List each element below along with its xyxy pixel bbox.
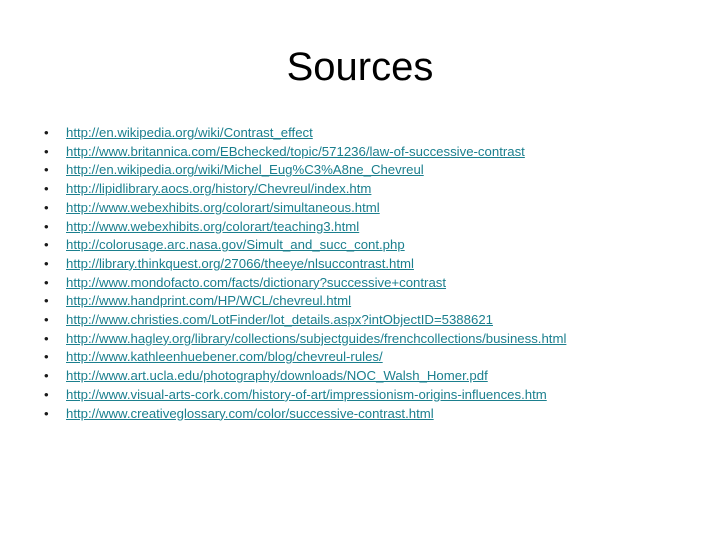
bullet-icon: • bbox=[44, 125, 49, 140]
bullet-icon: • bbox=[44, 405, 49, 421]
source-link[interactable]: http://www.webexhibits.org/colorart/simu… bbox=[66, 200, 380, 215]
slide: Sources • http://en.wikipedia.org/wiki/C… bbox=[0, 0, 720, 540]
bullet-icon: • bbox=[44, 143, 49, 159]
source-link[interactable]: http://en.wikipedia.org/wiki/Michel_Eug%… bbox=[66, 162, 424, 177]
source-link[interactable]: http://www.visual-arts-cork.com/history-… bbox=[66, 387, 547, 402]
list-item: • http://lipidlibrary.aocs.org/history/C… bbox=[36, 180, 686, 199]
source-link[interactable]: http://www.hagley.org/library/collection… bbox=[66, 331, 566, 346]
source-link[interactable]: http://www.webexhibits.org/colorart/teac… bbox=[66, 219, 359, 234]
source-link[interactable]: http://colorusage.arc.nasa.gov/Simult_an… bbox=[66, 237, 405, 252]
sources-list: • http://en.wikipedia.org/wiki/Contrast_… bbox=[36, 124, 686, 423]
list-item: • http://library.thinkquest.org/27066/th… bbox=[36, 255, 686, 274]
list-item: • http://en.wikipedia.org/wiki/Michel_Eu… bbox=[36, 161, 686, 180]
list-item: • http://www.kathleenhuebener.com/blog/c… bbox=[36, 348, 686, 367]
page-title: Sources bbox=[286, 45, 434, 89]
source-link[interactable]: http://lipidlibrary.aocs.org/history/Che… bbox=[66, 181, 371, 196]
list-item: • http://www.handprint.com/HP/WCL/chevre… bbox=[36, 292, 686, 311]
list-item: • http://colorusage.arc.nasa.gov/Simult_… bbox=[36, 236, 686, 255]
bullet-icon: • bbox=[44, 255, 49, 271]
bullet-icon: • bbox=[44, 274, 49, 290]
list-item: • http://www.art.ucla.edu/photography/do… bbox=[36, 367, 686, 386]
source-link[interactable]: http://library.thinkquest.org/27066/thee… bbox=[66, 256, 414, 271]
list-item: • http://www.creativeglossary.com/color/… bbox=[36, 405, 686, 424]
list-item: • http://www.visual-arts-cork.com/histor… bbox=[36, 386, 686, 405]
bullet-icon: • bbox=[44, 349, 49, 365]
source-link[interactable]: http://en.wikipedia.org/wiki/Contrast_ef… bbox=[66, 125, 313, 140]
source-link[interactable]: http://www.britannica.com/EBchecked/topi… bbox=[66, 144, 525, 159]
bullet-icon: • bbox=[44, 181, 49, 197]
bullet-icon: • bbox=[44, 330, 49, 346]
list-item: • http://www.christies.com/LotFinder/lot… bbox=[36, 311, 686, 330]
list-item: • http://www.hagley.org/library/collecti… bbox=[36, 330, 686, 349]
source-link[interactable]: http://www.creativeglossary.com/color/su… bbox=[66, 406, 434, 421]
source-link[interactable]: http://www.art.ucla.edu/photography/down… bbox=[66, 368, 488, 383]
source-link[interactable]: http://www.mondofacto.com/facts/dictiona… bbox=[66, 275, 446, 290]
bullet-icon: • bbox=[44, 368, 49, 384]
bullet-icon: • bbox=[44, 199, 49, 215]
bullet-icon: • bbox=[44, 386, 49, 402]
list-item: • http://en.wikipedia.org/wiki/Contrast_… bbox=[36, 124, 686, 143]
list-item: • http://www.mondofacto.com/facts/dictio… bbox=[36, 274, 686, 293]
bullet-icon: • bbox=[44, 162, 49, 178]
list-item: • http://www.webexhibits.org/colorart/te… bbox=[36, 218, 686, 237]
source-link[interactable]: http://www.handprint.com/HP/WCL/chevreul… bbox=[66, 293, 351, 308]
list-item: • http://www.webexhibits.org/colorart/si… bbox=[36, 199, 686, 218]
bullet-icon: • bbox=[44, 218, 49, 234]
source-link[interactable]: http://www.kathleenhuebener.com/blog/che… bbox=[66, 349, 383, 364]
source-link[interactable]: http://www.christies.com/LotFinder/lot_d… bbox=[66, 312, 493, 327]
bullet-icon: • bbox=[44, 312, 49, 328]
list-item: • http://www.britannica.com/EBchecked/to… bbox=[36, 143, 686, 162]
bullet-icon: • bbox=[44, 237, 49, 253]
bullet-icon: • bbox=[44, 293, 49, 309]
